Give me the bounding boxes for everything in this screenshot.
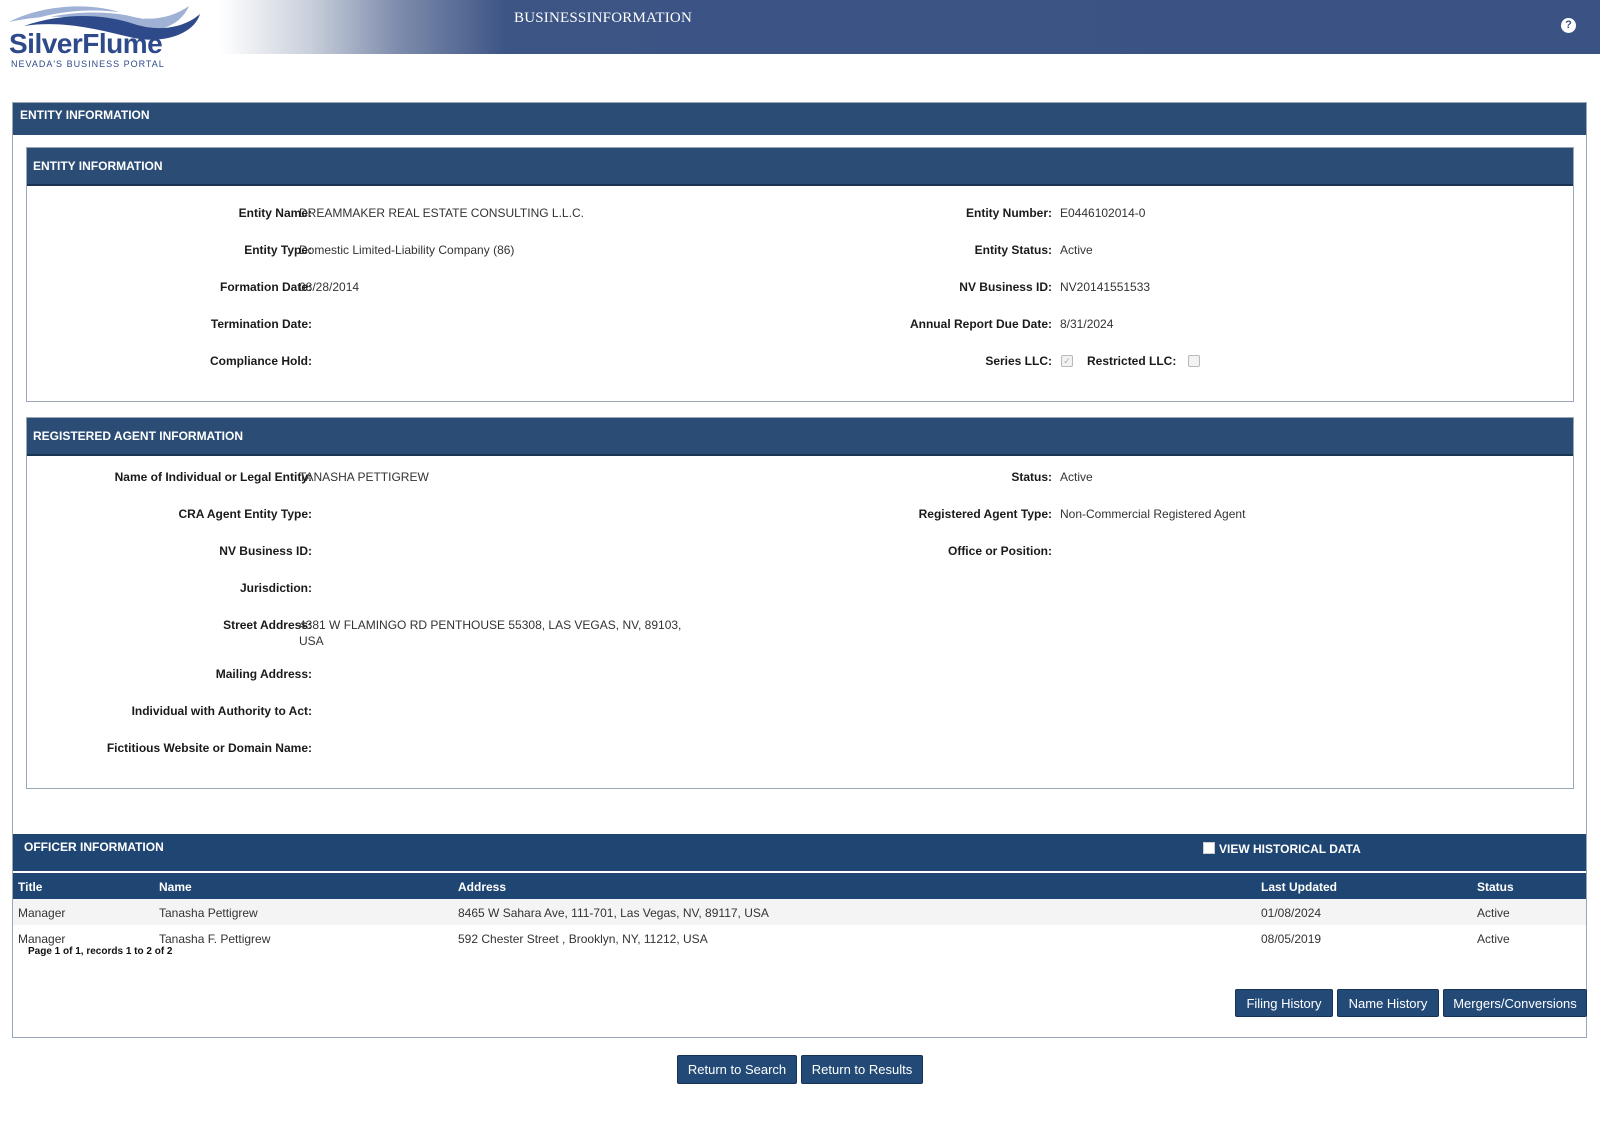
fictitious-website-label: Fictitious Website or Domain Name: [106,741,312,755]
officer-heading: OFFICER INFORMATION [24,840,164,854]
filing-history-button[interactable]: Filing History [1235,989,1333,1017]
compliance-hold-label: Compliance Hold: [209,354,312,368]
row-name: Tanasha F. Pettigrew [159,932,271,946]
view-historical-checkbox[interactable] [1203,842,1215,854]
jurisdiction-label: Jurisdiction: [239,581,312,595]
table-row[interactable]: Manager Tanasha F. Pettigrew 592 Chester… [13,925,1586,951]
nv-business-id-label: NV Business ID: [959,280,1052,294]
mergers-conversions-button[interactable]: Mergers/Conversions [1443,989,1587,1017]
entity-information-panel: ENTITY INFORMATION Entity Name: DREAMMAK… [26,147,1574,402]
column-last-updated[interactable]: Last Updated [1261,880,1337,894]
agent-name-value: TANASHA PETTIGREW [299,470,429,484]
series-llc-checkbox[interactable]: ✓ [1061,355,1073,367]
row-address: 592 Chester Street , Brooklyn, NY, 11212… [458,932,708,946]
agent-panel-heading: REGISTERED AGENT INFORMATION [27,418,1573,456]
row-last-updated: 08/05/2019 [1261,932,1322,946]
agent-name-label: Name of Individual or Legal Entity: [114,470,312,484]
column-address[interactable]: Address [458,880,506,894]
return-to-search-button[interactable]: Return to Search [677,1055,797,1084]
row-status: Active [1477,906,1510,920]
row-status: Active [1477,932,1510,946]
entity-status-label: Entity Status: [974,243,1052,257]
pager-info: Page 1 of 1, records 1 to 2 of 2 [28,946,173,957]
series-llc-label: Series LLC: [985,354,1052,368]
officer-information-bar: OFFICER INFORMATION VIEW HISTORICAL DATA [13,834,1586,871]
page-title: BUSINESSINFORMATION [514,10,692,26]
annual-report-value: 8/31/2024 [1060,317,1114,331]
agent-type-label: Registered Agent Type: [918,507,1052,521]
entity-panel-heading: ENTITY INFORMATION [27,148,1573,186]
column-title[interactable]: Title [18,880,42,894]
return-to-results-button[interactable]: Return to Results [801,1055,923,1084]
outer-heading: ENTITY INFORMATION [13,103,1586,135]
page-header: SilverFlume NEVADA'S BUSINESS PORTAL BUS… [0,0,1600,69]
annual-report-label: Annual Report Due Date: [909,317,1052,331]
table-row[interactable]: Manager Tanasha Pettigrew 8465 W Sahara … [13,899,1586,925]
header-bar [220,0,1600,54]
agent-status-label: Status: [1011,470,1052,484]
entity-number-label: Entity Number: [965,206,1052,220]
street-address-line2: USA [299,634,324,648]
restricted-llc-label: Restricted LLC: [1087,354,1177,368]
agent-type-value: Non-Commercial Registered Agent [1060,507,1246,521]
entity-type-value: Domestic Limited-Liability Company (86) [299,243,515,257]
entity-name-value: DREAMMAKER REAL ESTATE CONSULTING L.L.C. [299,206,584,220]
entity-information-container: ENTITY INFORMATION ENTITY INFORMATION En… [12,102,1587,1038]
formation-date-value: 08/28/2014 [299,280,360,294]
column-status[interactable]: Status [1477,880,1514,894]
row-address: 8465 W Sahara Ave, 111-701, Las Vegas, N… [458,906,769,920]
entity-number-value: E0446102014-0 [1060,206,1146,220]
registered-agent-panel: REGISTERED AGENT INFORMATION Name of Ind… [26,417,1574,789]
column-name[interactable]: Name [159,880,192,894]
name-history-button[interactable]: Name History [1337,989,1439,1017]
termination-date-label: Termination Date: [210,317,312,331]
restricted-llc-checkbox[interactable] [1188,355,1200,367]
mailing-address-label: Mailing Address: [215,667,312,681]
agent-nv-business-id-label: NV Business ID: [219,544,312,558]
cra-agent-type-label: CRA Agent Entity Type: [178,507,312,521]
help-icon[interactable]: ? [1561,18,1576,33]
row-title: Manager [18,932,66,946]
entity-status-value: Active [1060,243,1093,257]
authority-to-act-label: Individual with Authority to Act: [131,704,312,718]
row-last-updated: 01/08/2024 [1261,906,1322,920]
row-name: Tanasha Pettigrew [159,906,258,920]
row-title: Manager [18,906,66,920]
logo-text: SilverFlume [9,28,163,59]
office-position-label: Office or Position: [947,544,1052,558]
silverflume-logo[interactable]: SilverFlume NEVADA'S BUSINESS PORTAL [4,0,204,72]
logo-subtitle: NEVADA'S BUSINESS PORTAL [11,59,165,69]
agent-status-value: Active [1060,470,1093,484]
officer-table-header: Title Name Address Last Updated Status [13,873,1586,899]
street-address-line1: 4381 W FLAMINGO RD PENTHOUSE 55308, LAS … [299,618,682,632]
view-historical-label[interactable]: VIEW HISTORICAL DATA [1219,842,1361,856]
nv-business-id-value: NV20141551533 [1060,280,1151,294]
